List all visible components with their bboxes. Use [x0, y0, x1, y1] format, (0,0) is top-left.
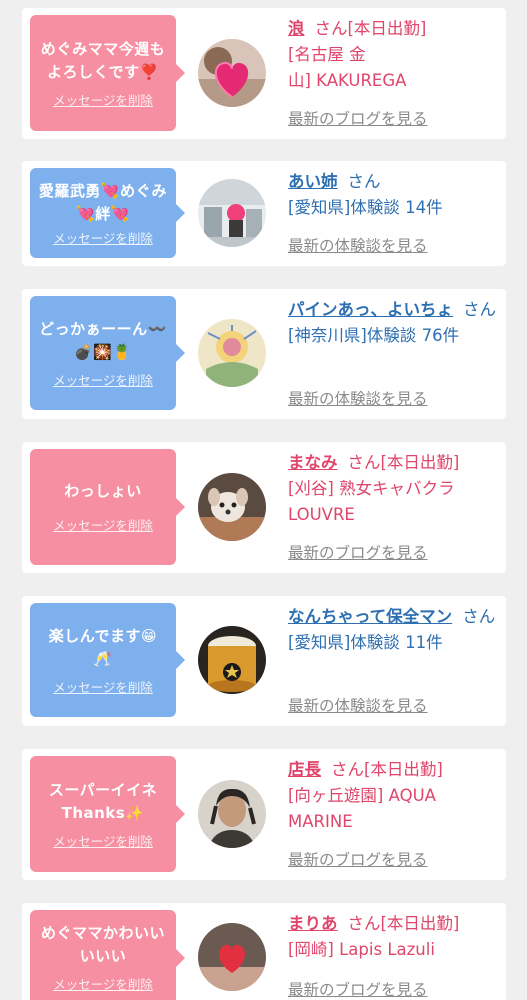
delete-message-link[interactable]: メッセージを削除 [53, 831, 153, 850]
latest-review-link[interactable]: 最新の体験談を見る [288, 694, 428, 716]
work-status: [本日出勤] [380, 453, 460, 472]
work-status: [本日出勤] [380, 914, 460, 933]
user-name-link[interactable]: パインあっ、よいちょ [288, 300, 453, 319]
message-card: めぐママかわいい いいい メッセージを削除 まりあ さん[本日出勤] [岡崎] L… [22, 903, 506, 1000]
latest-post-link[interactable]: 最新のブログを見る [288, 541, 428, 563]
avatar[interactable] [198, 179, 266, 247]
message-card: スーパーイイネ Thanks✨ メッセージを削除 店長 さん[本日出勤] [向ヶ丘… [22, 749, 506, 880]
message-text: めぐママかわいい いいい [40, 924, 165, 965]
latest-post-link[interactable]: 最新のブログを見る [288, 107, 428, 129]
delete-message-link[interactable]: メッセージを削除 [53, 677, 153, 696]
delete-message-link[interactable]: メッセージを削除 [53, 228, 153, 247]
avatar[interactable] [198, 39, 266, 107]
user-info: なんちゃって保全マン さん [愛知県]体験談 11件 [288, 604, 500, 656]
message-text: わっしょい [64, 482, 142, 500]
heart-sticker-photo-icon [198, 39, 266, 107]
message-bubble: 楽しんでます😁 🥂 メッセージを削除 [30, 603, 185, 717]
honorific: さん [463, 300, 496, 319]
shop-detail: [名古屋 金 山] KAKUREGA [288, 45, 407, 90]
delete-message-link[interactable]: メッセージを削除 [53, 370, 153, 389]
message-bubble: どっかぁーーん〰️ 💣🎇🍍 メッセージを削除 [30, 296, 185, 410]
message-feed: めぐみママ今週も よろしくです❣️ メッセージを削除 浪さん[本日出勤] [名古… [0, 0, 527, 1000]
work-status: [本日出勤] [347, 19, 427, 38]
heart-face-photo-icon [198, 923, 266, 991]
message-bubble: めぐみママ今週も よろしくです❣️ メッセージを削除 [30, 15, 185, 131]
user-info: パインあっ、よいちょ さん [神奈川県]体験談 76件 [288, 297, 500, 349]
user-info: まなみ さん[本日出勤] [刈谷] 熟女キャバクラ LOUVRE [288, 450, 500, 528]
honorific: さん [347, 172, 381, 191]
delete-message-link[interactable]: メッセージを削除 [53, 515, 153, 534]
honorific: さん [331, 760, 364, 779]
honorific: さん [347, 914, 381, 933]
user-info: あい姉 さん [愛知県]体験談 14件 [288, 169, 500, 221]
message-card: 愛羅武勇💘めぐみ 💘絆💘 メッセージを削除 あい姉 さん [愛知県]体験談 14件… [22, 161, 506, 266]
avatar[interactable] [198, 780, 266, 848]
message-card: 楽しんでます😁 🥂 メッセージを削除 なんちゃって保全マン さん [愛知県]体験談… [22, 596, 506, 726]
message-card: めぐみママ今週も よろしくです❣️ メッセージを削除 浪さん[本日出勤] [名古… [22, 8, 506, 139]
message-bubble: 愛羅武勇💘めぐみ 💘絆💘 メッセージを削除 [30, 168, 185, 258]
avatar[interactable] [198, 923, 266, 991]
message-text: どっかぁーーん〰️ 💣🎇🍍 [39, 319, 167, 361]
user-detail: [愛知県]体験談 14件 [288, 198, 443, 217]
user-name-link[interactable]: 浪 [288, 19, 305, 38]
latest-post-link[interactable]: 最新のブログを見る [288, 848, 428, 870]
message-bubble: スーパーイイネ Thanks✨ メッセージを削除 [30, 756, 185, 872]
user-name-link[interactable]: まなみ [288, 453, 338, 472]
message-text: 愛羅武勇💘めぐみ 💘絆💘 [38, 181, 168, 223]
man-portrait-photo-icon [198, 780, 266, 848]
shop-detail: [岡崎] Lapis Lazuli [288, 940, 435, 959]
beer-glass-photo-icon [198, 626, 266, 694]
user-name-link[interactable]: まりあ [288, 914, 338, 933]
user-info: まりあ さん[本日出勤] [岡崎] Lapis Lazuli [288, 911, 500, 963]
user-name-link[interactable]: 店長 [288, 760, 321, 779]
avatar[interactable] [198, 319, 266, 387]
user-name-link[interactable]: なんちゃって保全マン [288, 607, 452, 626]
honorific: さん [462, 607, 496, 626]
avatar[interactable] [198, 626, 266, 694]
honorific: さん [347, 453, 381, 472]
message-text: スーパーイイネ Thanks✨ [48, 780, 158, 822]
message-card: わっしょい メッセージを削除 まなみ さん[本日出勤] [刈谷] 熟女キャバクラ … [22, 442, 506, 573]
user-name-link[interactable]: あい姉 [288, 172, 338, 191]
latest-post-link[interactable]: 最新のブログを見る [288, 978, 428, 1000]
user-info: 浪さん[本日出勤] [名古屋 金 山] KAKUREGA [288, 16, 500, 94]
drawing-photo-icon [198, 319, 266, 387]
user-info: 店長 さん[本日出勤] [向ヶ丘遊園] AQUA MARINE [288, 757, 500, 835]
message-card: どっかぁーーん〰️ 💣🎇🍍 メッセージを削除 パインあっ、よいちょ さん [神奈川… [22, 289, 506, 419]
work-status: [本日出勤] [364, 760, 443, 779]
message-bubble: めぐママかわいい いいい メッセージを削除 [30, 910, 185, 1000]
latest-review-link[interactable]: 最新の体験談を見る [288, 234, 428, 256]
delete-message-link[interactable]: メッセージを削除 [53, 90, 153, 109]
message-text: めぐみママ今週も よろしくです❣️ [40, 39, 166, 81]
pink-hair-mall-photo-icon [198, 179, 266, 247]
honorific: さん [314, 19, 348, 38]
user-detail: [愛知県]体験談 11件 [288, 633, 443, 652]
latest-review-link[interactable]: 最新の体験談を見る [288, 387, 428, 409]
avatar[interactable] [198, 473, 266, 541]
user-detail: [神奈川県]体験談 76件 [288, 326, 460, 345]
message-bubble: わっしょい メッセージを削除 [30, 449, 185, 565]
puppy-photo-icon [198, 473, 266, 541]
message-text: 楽しんでます😁 🥂 [48, 626, 158, 668]
shop-detail: [刈谷] 熟女キャバクラ LOUVRE [288, 479, 455, 524]
delete-message-link[interactable]: メッセージを削除 [53, 974, 153, 993]
shop-detail: [向ヶ丘遊園] AQUA MARINE [288, 786, 436, 831]
